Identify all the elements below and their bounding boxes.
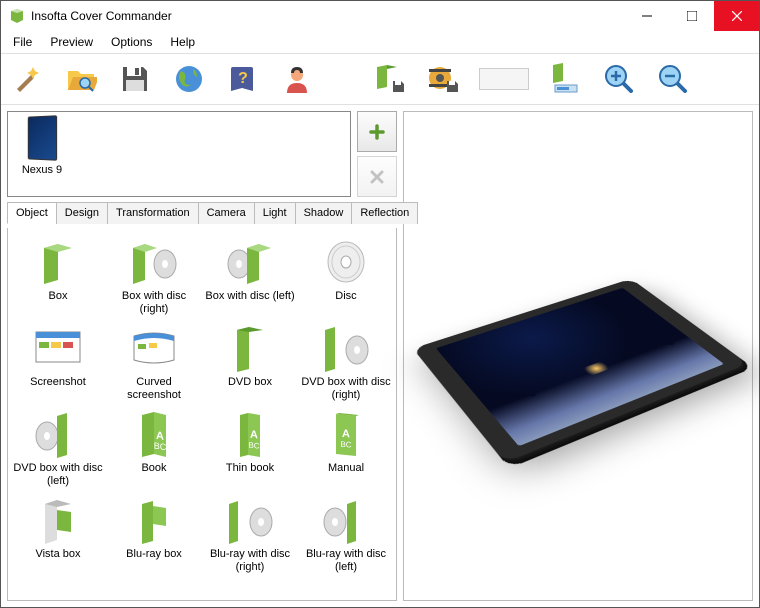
remove-scene-button[interactable]: [357, 156, 397, 197]
gallery-item-box[interactable]: Box: [10, 234, 106, 318]
object-gallery[interactable]: Box Box with disc (right) Box with disc …: [8, 228, 396, 600]
zoom-out-button[interactable]: [655, 61, 691, 97]
menu-preview[interactable]: Preview: [42, 33, 101, 51]
gallery-item-thin-book[interactable]: ABC Thin book: [202, 406, 298, 490]
gallery-label: Box with disc (left): [202, 290, 298, 316]
gallery-item-curved-screenshot[interactable]: Curved screenshot: [106, 320, 202, 404]
open-button[interactable]: [63, 61, 99, 97]
gallery-item-dvd-box[interactable]: DVD box: [202, 320, 298, 404]
gallery-item-book[interactable]: ABC Book: [106, 406, 202, 490]
add-scene-button[interactable]: [357, 111, 397, 152]
gallery-label: DVD box with disc (right): [298, 376, 394, 402]
gallery-label: DVD box with disc (left): [10, 462, 106, 488]
scene-list[interactable]: Nexus 9: [7, 111, 351, 197]
zoom-in-button[interactable]: [601, 61, 637, 97]
gallery-label: Vista box: [10, 548, 106, 574]
gallery-label: Box with disc (right): [106, 290, 202, 316]
preview-object: [413, 279, 748, 463]
svg-text:BC: BC: [340, 440, 351, 450]
gallery-label: Blu-ray box: [106, 548, 202, 574]
menu-help[interactable]: Help: [162, 33, 203, 51]
wizard-button[interactable]: [9, 61, 45, 97]
tab-light[interactable]: Light: [254, 202, 296, 224]
gallery-item-box-disc-right[interactable]: Box with disc (right): [106, 234, 202, 318]
web-button[interactable]: [171, 61, 207, 97]
window-title: Insofta Cover Commander: [31, 9, 624, 23]
scene-item[interactable]: Nexus 9: [12, 116, 72, 192]
tab-design[interactable]: Design: [56, 202, 108, 224]
gallery-label: Disc: [298, 290, 394, 316]
tab-reflection[interactable]: Reflection: [351, 202, 418, 224]
tab-transformation[interactable]: Transformation: [107, 202, 199, 224]
export-animation-button[interactable]: [425, 61, 461, 97]
gallery-item-bluray-disc-left[interactable]: Blu-ray with disc (left): [298, 492, 394, 576]
gallery-label: Blu-ray with disc (left): [298, 548, 394, 574]
tab-camera[interactable]: Camera: [198, 202, 255, 224]
gallery-item-dvd-box-disc-left[interactable]: DVD box with disc (left): [10, 406, 106, 490]
menubar: File Preview Options Help: [1, 31, 759, 53]
svg-text:A: A: [342, 428, 350, 441]
preview-pane[interactable]: [403, 111, 753, 601]
export-image-button[interactable]: [371, 61, 407, 97]
support-button[interactable]: [279, 61, 315, 97]
gallery-item-bluray-box[interactable]: Blu-ray box: [106, 492, 202, 576]
gallery-label: Curved screenshot: [106, 376, 202, 402]
gallery-label: Thin book: [202, 462, 298, 488]
tab-object[interactable]: Object: [7, 202, 57, 224]
gallery-label: Blu-ray with disc (right): [202, 548, 298, 574]
svg-text:BC: BC: [248, 441, 259, 451]
scene-thumb-icon: [28, 115, 57, 160]
scene-item-label: Nexus 9: [12, 164, 72, 176]
gallery-label: DVD box: [202, 376, 298, 402]
property-tabs: Object Design Transformation Camera Ligh…: [7, 201, 397, 224]
gallery-item-vista-box[interactable]: Vista box: [10, 492, 106, 576]
svg-text:A: A: [250, 429, 258, 442]
gallery-label: Book: [106, 462, 202, 488]
gallery-label: Box: [10, 290, 106, 316]
gallery-item-box-disc-left[interactable]: Box with disc (left): [202, 234, 298, 318]
gallery-item-bluray-disc-right[interactable]: Blu-ray with disc (right): [202, 492, 298, 576]
toolbar: ?: [1, 53, 759, 105]
size-field[interactable]: [479, 68, 529, 90]
svg-text:BC: BC: [154, 441, 167, 453]
menu-options[interactable]: Options: [103, 33, 160, 51]
batch-button[interactable]: [547, 61, 583, 97]
close-button[interactable]: [714, 1, 759, 31]
maximize-button[interactable]: [669, 1, 714, 31]
help-button[interactable]: ?: [225, 61, 261, 97]
gallery-label: Screenshot: [10, 376, 106, 402]
gallery-item-screenshot[interactable]: Screenshot: [10, 320, 106, 404]
minimize-button[interactable]: [624, 1, 669, 31]
gallery-item-manual[interactable]: ABC Manual: [298, 406, 394, 490]
titlebar: Insofta Cover Commander: [1, 1, 759, 31]
svg-text:?: ?: [238, 70, 248, 87]
app-icon: [9, 8, 25, 24]
tab-shadow[interactable]: Shadow: [295, 202, 353, 224]
gallery-item-dvd-box-disc-right[interactable]: DVD box with disc (right): [298, 320, 394, 404]
menu-file[interactable]: File: [5, 33, 40, 51]
gallery-item-disc[interactable]: Disc: [298, 234, 394, 318]
gallery-label: Manual: [298, 462, 394, 488]
save-button[interactable]: [117, 61, 153, 97]
